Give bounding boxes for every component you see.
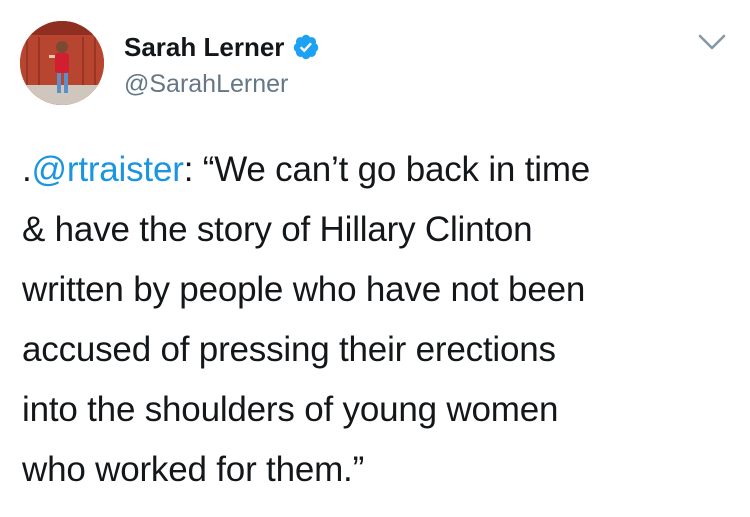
tweet-line-6: who worked for them.” [22, 450, 365, 489]
author-name-row: Sarah Lerner [124, 30, 320, 64]
verified-badge-icon [292, 33, 320, 61]
tweet-text: .@rtraister: “We can’t go back in time &… [22, 140, 732, 500]
chevron-down-icon[interactable] [696, 30, 728, 54]
avatar-image [20, 21, 104, 105]
tweet-line-5: into the shoulders of young women [22, 390, 559, 429]
tweet: Sarah Lerner @SarahLerner .@rtraister: “… [0, 0, 750, 517]
tweet-line-1-rest: : “We can’t go back in time [183, 150, 591, 189]
mention-link[interactable]: @rtraister [32, 150, 184, 189]
tweet-line-1: .@rtraister: “We can’t go back in time [22, 140, 732, 200]
tweet-line-3: written by people who have not been [22, 270, 586, 309]
tweet-line-2: & have the story of Hillary Clinton [22, 210, 533, 249]
tweet-line-4: accused of pressing their erections [22, 330, 556, 369]
tweet-prefix: . [22, 150, 32, 189]
display-name[interactable]: Sarah Lerner [124, 30, 284, 64]
avatar[interactable] [20, 21, 104, 105]
author-handle[interactable]: @SarahLerner [124, 68, 288, 100]
